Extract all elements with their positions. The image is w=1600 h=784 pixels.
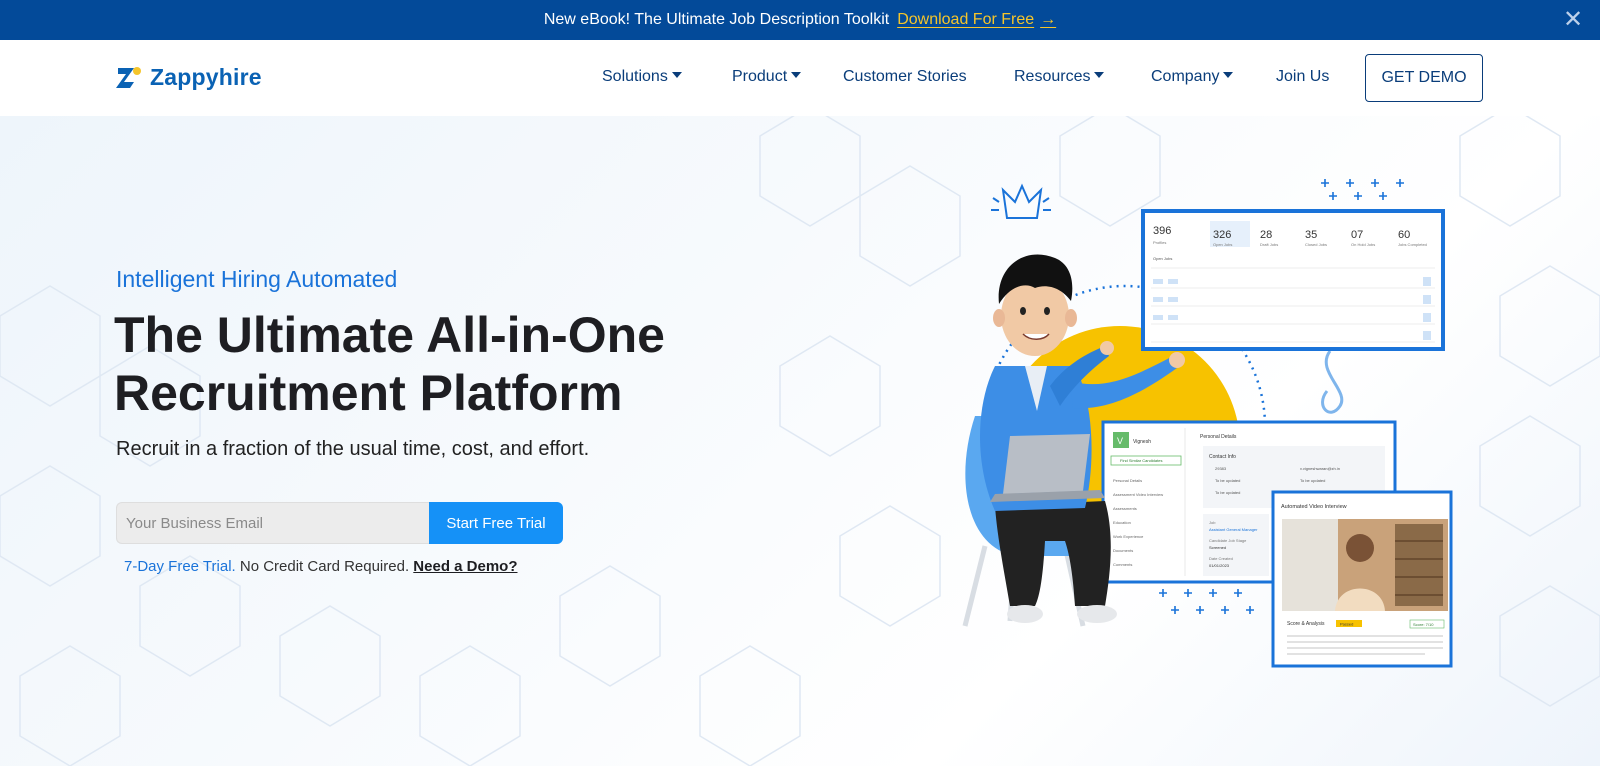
hero-headline-line1: The Ultimate All-in-One <box>114 307 665 363</box>
svg-text:Open Jobs: Open Jobs <box>1153 256 1172 261</box>
video-interview-card: Automated Video Interview Score & Analys… <box>1271 490 1453 668</box>
dashboard-card: 396 Profiles 326 Open Jobs 28 Draft Jobs… <box>1141 209 1445 351</box>
trial-note-text: No Credit Card Required. <box>239 558 410 575</box>
svg-text:Job: Job <box>1209 520 1216 525</box>
chevron-down-icon <box>791 72 802 78</box>
svg-text:Assessment Video Interview: Assessment Video Interview <box>1113 492 1163 497</box>
svg-text:Assessments: Assessments <box>1113 506 1137 511</box>
hero-subline: Recruit in a fraction of the usual time,… <box>116 438 590 460</box>
business-email-input[interactable] <box>116 502 429 544</box>
chevron-down-icon <box>1094 72 1105 78</box>
brand-name: Zappyhire <box>150 64 262 90</box>
svg-text:Jobs Completed: Jobs Completed <box>1398 242 1427 247</box>
hero-eyebrow: Intelligent Hiring Automated <box>116 266 398 292</box>
nav-company[interactable]: Company <box>1151 68 1234 86</box>
get-demo-button[interactable]: GET DEMO <box>1365 54 1483 102</box>
trial-note: 7-Day Free Trial. No Credit Card Require… <box>124 558 518 575</box>
close-icon[interactable]: ✕ <box>1560 7 1586 33</box>
svg-text:Score: 7/10: Score: 7/10 <box>1413 622 1434 627</box>
stat-draft-jobs: 28 <box>1260 229 1272 241</box>
svg-text:Personal Details: Personal Details <box>1113 478 1142 483</box>
svg-text:Contact Info: Contact Info <box>1209 454 1236 460</box>
svg-text:To be updated: To be updated <box>1300 478 1325 483</box>
nav-join-us[interactable]: Join Us <box>1276 68 1329 86</box>
svg-text:Screened: Screened <box>1209 545 1226 550</box>
stat-profiles: 396 <box>1153 225 1171 237</box>
svg-text:01/01/2023: 01/01/2023 <box>1209 563 1230 568</box>
zappyhire-logo-icon <box>116 66 141 88</box>
download-free-label: Download For Free <box>897 11 1035 28</box>
chevron-down-icon <box>1223 72 1234 78</box>
brand-logo[interactable]: Zappyhire <box>116 64 262 91</box>
download-free-link[interactable]: Download For Free → <box>897 11 1056 29</box>
svg-text:Education: Education <box>1113 520 1131 525</box>
chevron-down-icon <box>671 72 682 78</box>
svg-text:V: V <box>1117 436 1123 446</box>
need-a-demo-link[interactable]: Need a Demo? <box>413 558 517 575</box>
page-bottom-strip <box>0 766 1600 784</box>
svg-text:Personal Details: Personal Details <box>1200 434 1237 440</box>
stat-jobs-completed: 60 <box>1398 229 1410 241</box>
nav-customer-stories[interactable]: Customer Stories <box>843 68 967 86</box>
hero-illustration: 396 Profiles 326 Open Jobs 28 Draft Jobs… <box>962 179 1453 668</box>
svg-text:Profiles: Profiles <box>1153 240 1166 245</box>
nav-solutions[interactable]: Solutions <box>602 68 682 86</box>
svg-text:29383: 29383 <box>1215 466 1227 471</box>
announcement-message: New eBook! The Ultimate Job Description … <box>543 11 890 28</box>
svg-text:Score & Analysis: Score & Analysis <box>1287 621 1325 627</box>
nav-resources[interactable]: Resources <box>1014 68 1105 86</box>
svg-text:To be updated: To be updated <box>1215 490 1240 495</box>
hero-section: Intelligent Hiring Automated The Ultimat… <box>0 116 1600 766</box>
svg-text:Vignesh: Vignesh <box>1133 439 1151 445</box>
svg-text:Open Jobs: Open Jobs <box>1213 242 1232 247</box>
svg-text:Find Similar Candidates: Find Similar Candidates <box>1120 458 1162 463</box>
hero-headline-line2: Recruitment Platform <box>114 365 623 421</box>
start-free-trial-button[interactable]: Start Free Trial <box>429 502 563 544</box>
stat-closed-jobs: 35 <box>1305 229 1317 241</box>
arrow-right-icon: → <box>1040 11 1057 28</box>
trial-note-highlight: 7-Day Free Trial. <box>124 558 236 575</box>
svg-text:Comments: Comments <box>1113 562 1132 567</box>
svg-text:Assistant General Manager: Assistant General Manager <box>1209 527 1258 532</box>
svg-text:Passed: Passed <box>1340 622 1353 627</box>
svg-text:Closed Jobs: Closed Jobs <box>1305 242 1327 247</box>
svg-text:To be updated: To be updated <box>1215 478 1240 483</box>
svg-text:Date Created: Date Created <box>1209 556 1233 561</box>
svg-text:On Hold Jobs: On Hold Jobs <box>1351 242 1375 247</box>
announcement-bar: New eBook! The Ultimate Job Description … <box>0 0 1600 40</box>
svg-text:Documents: Documents <box>1113 548 1133 553</box>
svg-text:Draft Jobs: Draft Jobs <box>1260 242 1278 247</box>
nav-product[interactable]: Product <box>732 68 802 86</box>
svg-text:Automated Video Interview: Automated Video Interview <box>1281 504 1347 510</box>
hero-headline: The Ultimate All-in-One Recruitment Plat… <box>114 306 754 422</box>
svg-text:Work Experience: Work Experience <box>1113 534 1144 539</box>
crown-icon <box>991 183 1051 219</box>
stat-open-jobs: 326 <box>1213 229 1231 241</box>
svg-text:v.vigneshwaran@zh.in: v.vigneshwaran@zh.in <box>1300 466 1340 471</box>
svg-text:Candidate Job Stage: Candidate Job Stage <box>1209 538 1247 543</box>
main-nav: Zappyhire Solutions Product Customer Sto… <box>0 40 1600 116</box>
stat-on-hold-jobs: 07 <box>1351 229 1363 241</box>
